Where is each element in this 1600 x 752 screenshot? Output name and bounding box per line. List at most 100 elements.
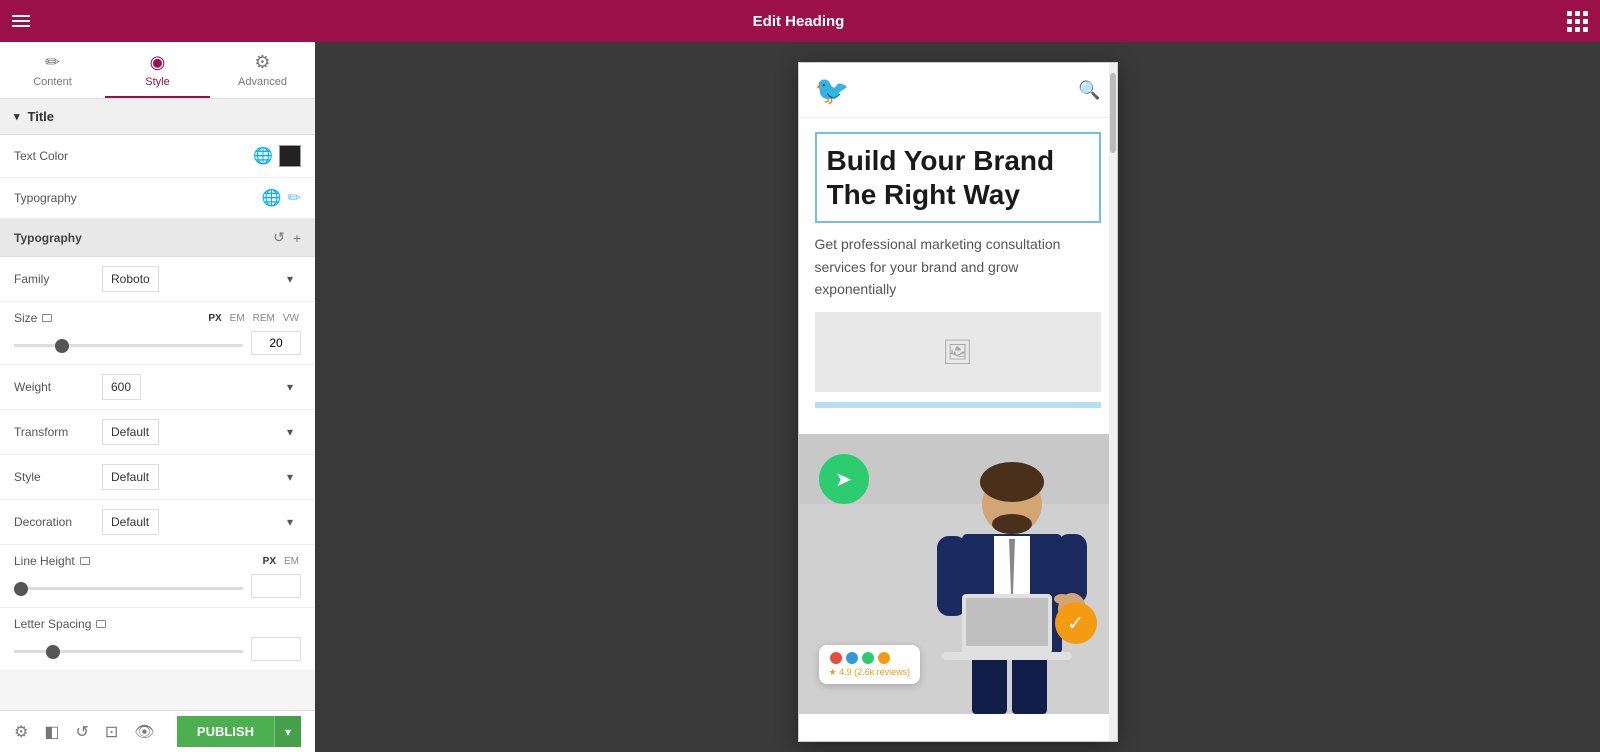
decoration-select-wrapper: Default bbox=[102, 509, 301, 535]
rating-avatars bbox=[829, 651, 911, 665]
line-height-unit-px[interactable]: PX bbox=[261, 555, 278, 568]
size-units: PX EM REM VW bbox=[206, 312, 301, 325]
tab-advanced-label: Advanced bbox=[238, 76, 287, 88]
advanced-icon: ⚙ bbox=[254, 52, 270, 73]
weight-label: Weight bbox=[14, 380, 94, 394]
line-height-label-container: Line Height bbox=[14, 554, 90, 568]
size-unit-vw[interactable]: VW bbox=[281, 312, 301, 325]
letter-spacing-monitor-icon bbox=[96, 620, 106, 628]
grid-dot bbox=[1567, 19, 1572, 24]
grid-dot bbox=[1575, 11, 1580, 16]
size-monitor-icon bbox=[42, 314, 52, 322]
size-input[interactable]: 20 bbox=[251, 331, 301, 355]
grid-dot bbox=[1583, 19, 1588, 24]
grid-dot bbox=[1567, 27, 1572, 32]
publish-button[interactable]: PUBLISH bbox=[177, 716, 274, 747]
blue-bar bbox=[815, 402, 1101, 408]
tab-content-label: Content bbox=[33, 76, 72, 88]
letter-spacing-controls bbox=[14, 637, 301, 661]
history-icon[interactable]: ↺ bbox=[75, 722, 88, 742]
section-title-label: Title bbox=[28, 109, 55, 124]
content-icon: ✏ bbox=[45, 52, 60, 73]
grid-dot bbox=[1567, 11, 1572, 16]
size-unit-px[interactable]: PX bbox=[206, 312, 223, 325]
typography-actions: 🌐 ✏ bbox=[262, 188, 301, 208]
hamburger-line-3 bbox=[12, 25, 30, 27]
line-height-slider[interactable] bbox=[14, 587, 243, 590]
tab-style-label: Style bbox=[145, 76, 169, 88]
grid-menu[interactable] bbox=[1567, 11, 1588, 32]
line-height-top: Line Height PX EM bbox=[14, 554, 301, 568]
globe-icon[interactable]: 🌐 bbox=[253, 146, 273, 166]
line-height-input[interactable] bbox=[251, 574, 301, 598]
style-select[interactable]: Default bbox=[102, 464, 159, 490]
layers-icon[interactable]: ◧ bbox=[44, 722, 59, 742]
typography-pencil-icon[interactable]: ✏ bbox=[288, 188, 301, 208]
typography-add-btn[interactable]: + bbox=[293, 229, 301, 246]
preview-subtext: Get professional marketing consultation … bbox=[815, 233, 1101, 300]
color-swatch[interactable] bbox=[279, 145, 301, 167]
tab-content[interactable]: ✏ Content bbox=[0, 42, 105, 98]
phone-scrollbar-thumb bbox=[1110, 73, 1116, 153]
weight-select[interactable]: 600 bbox=[102, 374, 141, 400]
phone-search-icon[interactable]: 🔍 bbox=[1078, 80, 1100, 101]
grid-dot bbox=[1583, 11, 1588, 16]
letter-spacing-slider[interactable] bbox=[14, 650, 243, 653]
decoration-label: Decoration bbox=[14, 515, 94, 529]
typography-label: Typography bbox=[14, 191, 77, 205]
decoration-row: Decoration Default bbox=[0, 500, 315, 545]
tab-advanced[interactable]: ⚙ Advanced bbox=[210, 42, 315, 98]
arrow-icon: ➤ bbox=[835, 467, 852, 492]
line-height-units: PX EM bbox=[261, 555, 301, 568]
decoration-select[interactable]: Default bbox=[102, 509, 159, 535]
family-select[interactable]: Roboto bbox=[102, 266, 159, 292]
section-title-title[interactable]: ▾ Title bbox=[0, 99, 315, 135]
typography-globe-icon[interactable]: 🌐 bbox=[262, 188, 282, 208]
style-label: Style bbox=[14, 470, 94, 484]
green-circle-icon: ➤ bbox=[819, 454, 869, 504]
size-unit-em[interactable]: EM bbox=[228, 312, 247, 325]
size-unit-rem[interactable]: REM bbox=[251, 312, 277, 325]
tab-style[interactable]: ◉ Style bbox=[105, 42, 210, 98]
size-label-container: Size bbox=[14, 311, 52, 325]
size-label: Size bbox=[14, 311, 37, 325]
topbar-title: Edit Heading bbox=[753, 13, 845, 30]
settings-icon[interactable]: ⚙ bbox=[14, 722, 28, 742]
tabs-container: ✏ Content ◉ Style ⚙ Advanced bbox=[0, 42, 315, 99]
avatar-1 bbox=[829, 651, 843, 665]
line-height-unit-em[interactable]: EM bbox=[282, 555, 301, 568]
weight-select-wrapper: 600 bbox=[102, 374, 301, 400]
hamburger-line-2 bbox=[12, 20, 30, 22]
hamburger-menu[interactable] bbox=[12, 15, 30, 27]
text-color-actions: 🌐 bbox=[253, 145, 301, 167]
phone-scrollbar[interactable] bbox=[1109, 63, 1117, 741]
transform-row: Transform Default bbox=[0, 410, 315, 455]
letter-spacing-label-container: Letter Spacing bbox=[14, 617, 106, 631]
letter-spacing-input[interactable] bbox=[251, 637, 301, 661]
typography-reset-btn[interactable]: ↺ bbox=[273, 229, 285, 246]
publish-arrow-button[interactable]: ▾ bbox=[274, 716, 301, 747]
transform-select[interactable]: Default bbox=[102, 419, 159, 445]
heading-selected-box[interactable]: Build Your Brand The Right Way bbox=[815, 132, 1101, 223]
line-height-row: Line Height PX EM bbox=[0, 545, 315, 608]
line-height-monitor-icon bbox=[80, 557, 90, 565]
rating-reviews: (2.6k reviews) bbox=[854, 667, 910, 677]
bottom-toolbar: ⚙ ◧ ↺ ⊡ 👁 PUBLISH ▾ bbox=[0, 710, 315, 752]
transform-label: Transform bbox=[14, 425, 94, 439]
left-panel: ✏ Content ◉ Style ⚙ Advanced ▾ Title Tex… bbox=[0, 42, 315, 752]
heading-text: Build Your Brand The Right Way bbox=[827, 144, 1089, 211]
family-row: Family Roboto bbox=[0, 257, 315, 302]
responsive-icon[interactable]: ⊡ bbox=[105, 722, 118, 742]
size-slider[interactable] bbox=[14, 344, 243, 347]
avatar-2 bbox=[845, 651, 859, 665]
typography-row: Typography 🌐 ✏ bbox=[0, 178, 315, 219]
orange-circle-icon: ✓ bbox=[1055, 602, 1097, 644]
publish-btn-group: PUBLISH ▾ bbox=[177, 716, 301, 747]
phone-preview: 🐦 🔍 Build Your Brand The Right Way Get p… bbox=[798, 62, 1118, 742]
line-height-label: Line Height bbox=[14, 554, 75, 568]
text-color-row: Text Color 🌐 bbox=[0, 135, 315, 178]
letter-spacing-row: Letter Spacing bbox=[0, 608, 315, 671]
size-slider-container bbox=[14, 334, 243, 352]
eye-icon[interactable]: 👁 bbox=[134, 722, 154, 742]
style-icon: ◉ bbox=[150, 52, 166, 73]
